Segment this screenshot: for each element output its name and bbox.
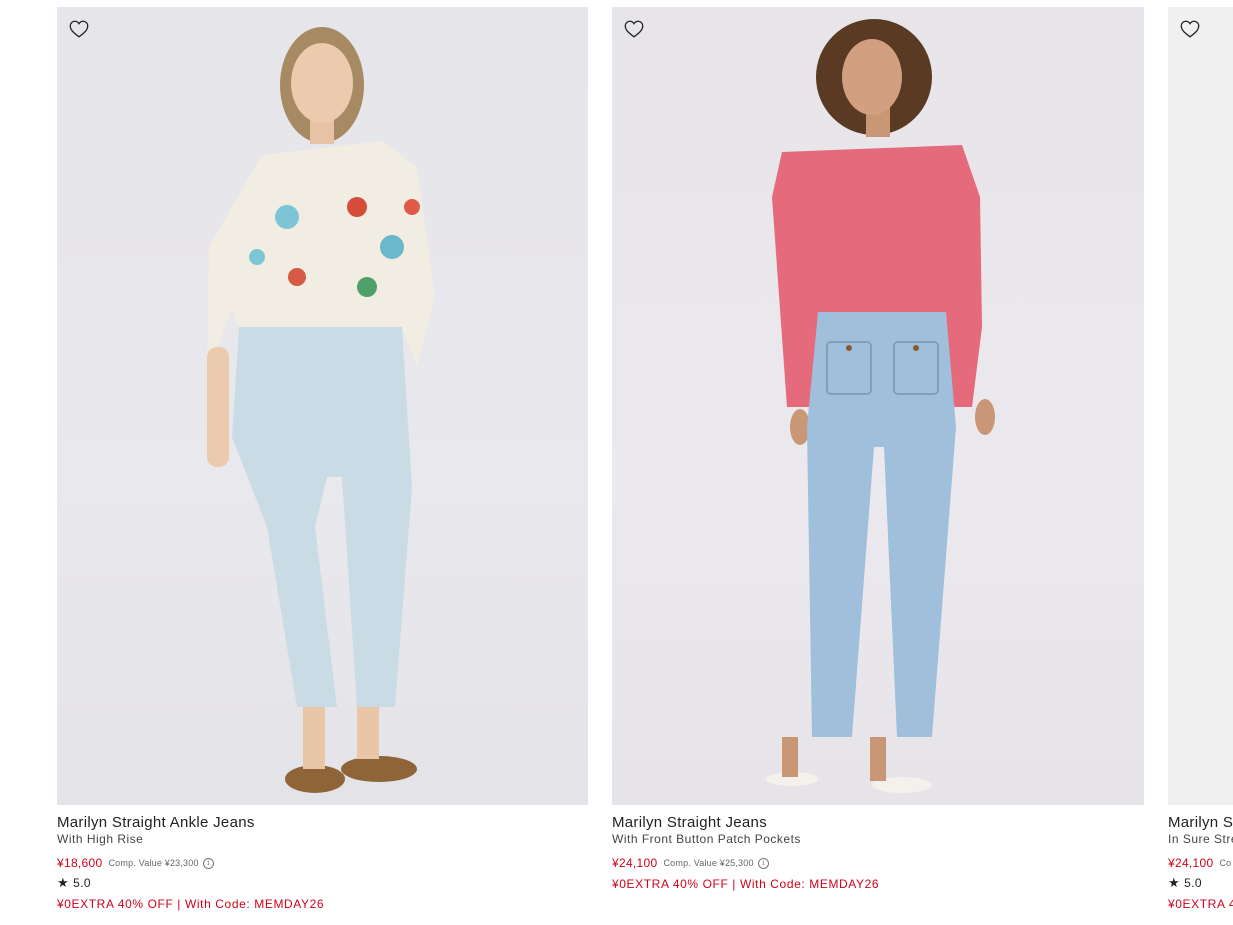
heart-outline-icon <box>69 20 89 38</box>
rating-value: 5.0 <box>73 875 91 890</box>
product-image[interactable] <box>1168 7 1233 805</box>
product-info: Marilyn Straight Ankle Jeans With High R… <box>57 805 588 911</box>
product-card[interactable]: Marilyn S In Sure Stre ¥24,100 Co ★ 5.0 … <box>1168 7 1233 911</box>
price-row: ¥24,100 Comp. Value ¥25,300 i <box>612 856 1144 870</box>
model-illustration <box>766 19 995 793</box>
star-icon: ★ <box>57 875 70 890</box>
comp-value: Comp. Value ¥23,300 <box>108 858 199 868</box>
sale-price: ¥18,600 <box>57 856 103 870</box>
product-name[interactable]: Marilyn Straight Jeans <box>612 814 1144 831</box>
heart-outline-icon <box>624 20 644 38</box>
product-image[interactable] <box>57 7 588 805</box>
product-info: Marilyn S In Sure Stre ¥24,100 Co ★ 5.0 … <box>1168 805 1233 911</box>
sale-price: ¥24,100 <box>612 856 658 870</box>
price-row: ¥18,600 Comp. Value ¥23,300 i <box>57 856 588 870</box>
heart-outline-icon <box>1180 20 1200 38</box>
model-illustration <box>207 27 435 793</box>
info-icon[interactable]: i <box>202 857 214 869</box>
favorite-button[interactable] <box>1179 18 1201 40</box>
info-icon[interactable]: i <box>757 857 769 869</box>
promo-text: ¥0EXTRA 40% OFF | With Code: MEMDAY26 <box>612 877 880 891</box>
product-card[interactable]: Marilyn Straight Jeans With Front Button… <box>612 7 1144 891</box>
comp-value: Co <box>1219 858 1232 868</box>
comp-value: Comp. Value ¥25,300 <box>663 858 754 868</box>
product-name[interactable]: Marilyn S <box>1168 814 1233 831</box>
promo-text: ¥0EXTRA 4 <box>1168 897 1233 911</box>
star-icon: ★ <box>1168 875 1181 890</box>
promo-text: ¥0EXTRA 40% OFF | With Code: MEMDAY26 <box>57 897 325 911</box>
sale-price: ¥24,100 <box>1168 856 1214 870</box>
price-row: ¥24,100 Co <box>1168 856 1233 870</box>
rating: ★ 5.0 <box>57 875 588 890</box>
product-subtitle: With High Rise <box>57 832 144 846</box>
product-info: Marilyn Straight Jeans With Front Button… <box>612 805 1144 891</box>
favorite-button[interactable] <box>623 18 645 40</box>
product-subtitle: In Sure Stre <box>1168 832 1233 846</box>
product-card[interactable]: Marilyn Straight Ankle Jeans With High R… <box>57 7 588 911</box>
rating: ★ 5.0 <box>1168 875 1233 890</box>
product-subtitle: With Front Button Patch Pockets <box>612 832 801 846</box>
product-grid: Marilyn Straight Ankle Jeans With High R… <box>0 0 1233 925</box>
favorite-button[interactable] <box>68 18 90 40</box>
rating-value: 5.0 <box>1184 875 1202 890</box>
product-image[interactable] <box>612 7 1144 805</box>
product-name[interactable]: Marilyn Straight Ankle Jeans <box>57 814 588 831</box>
